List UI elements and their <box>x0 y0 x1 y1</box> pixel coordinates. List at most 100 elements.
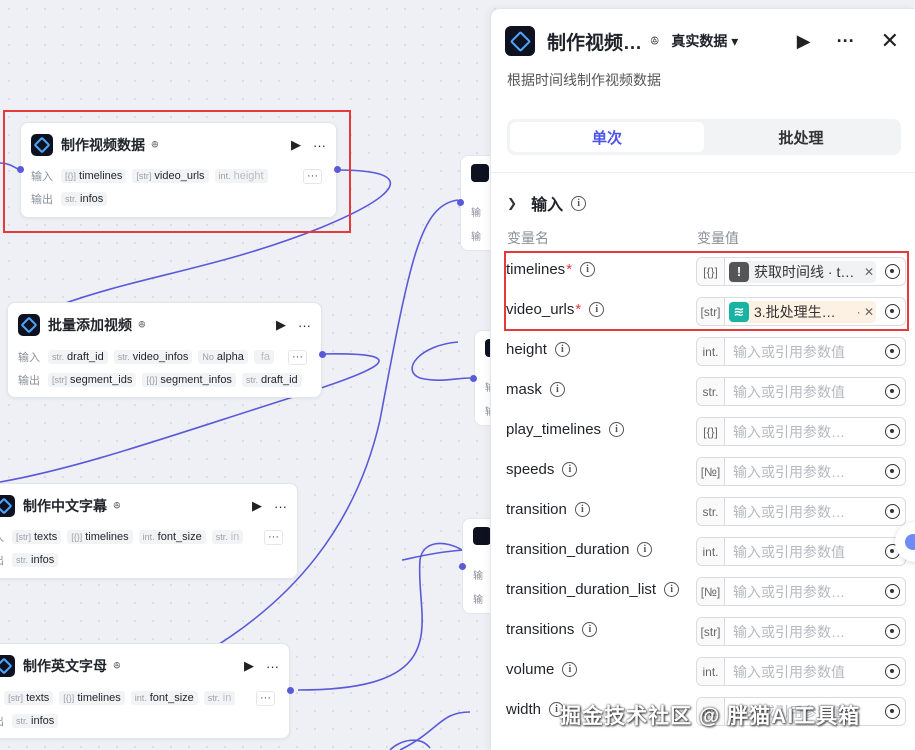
param-value-input[interactable]: [{}]! 获取时间线 · t… ✕ <box>696 257 906 286</box>
info-icon[interactable]: i <box>637 542 653 557</box>
more-inputs-button[interactable]: ··· <box>256 691 275 706</box>
chevron-down-icon[interactable]: ❯ <box>507 196 517 210</box>
input-port[interactable] <box>457 199 464 206</box>
input-placeholder[interactable]: 输入或引用参数… <box>733 462 879 482</box>
param-value-input[interactable]: [str] 输入或引用参数… <box>696 617 906 646</box>
node-make-video-data[interactable]: 制作视频数据 ꔮ ▶ ··· 输入 [{}] timelines [str] vide… <box>20 122 337 218</box>
param-name: height i <box>506 341 570 358</box>
input-placeholder[interactable]: 输入或引用参数值 <box>733 382 879 402</box>
type-badge[interactable]: int. <box>697 338 725 365</box>
info-icon[interactable]: i <box>580 262 596 277</box>
info-icon[interactable]: i <box>582 622 598 637</box>
assistant-icon <box>905 534 915 550</box>
variable-reference-tag[interactable]: ≋ 3.批处理生… · ✕ <box>729 300 876 323</box>
info-icon[interactable]: i <box>554 342 570 357</box>
type-badge[interactable]: str. <box>697 498 725 525</box>
run-icon[interactable]: ▶ <box>276 317 286 333</box>
more-icon[interactable]: ··· <box>313 138 326 153</box>
output-port[interactable] <box>319 351 326 358</box>
watermark: 掘金技术社区 @ 胖猫AI工具箱 <box>560 705 861 728</box>
param-value-input[interactable]: int. 输入或引用参数值 <box>696 657 906 686</box>
data-mode-dropdown[interactable]: 真实数据 ▾ <box>671 31 738 51</box>
reference-variable-icon[interactable] <box>879 258 905 285</box>
variable-reference-tag[interactable]: ! 获取时间线 · t… ✕ <box>729 260 876 283</box>
run-icon[interactable]: ▶ <box>291 137 301 153</box>
reference-variable-icon[interactable] <box>879 698 905 725</box>
run-icon[interactable]: ▶ <box>797 31 811 52</box>
param-value-input[interactable]: [№] 输入或引用参数… <box>696 457 906 486</box>
param-row-height: height i int. 输入或引用参数值 <box>491 331 915 371</box>
input-section-header[interactable]: ❯ 输入 i <box>507 191 587 215</box>
tab-batch[interactable]: 批处理 <box>704 122 898 152</box>
output-port[interactable] <box>287 687 294 694</box>
param-name: mask i <box>506 381 565 398</box>
param-value-input[interactable]: [str] ≋ 3.批处理生… · ✕ <box>696 297 906 326</box>
type-badge[interactable]: [№] <box>697 458 725 485</box>
info-icon[interactable]: i <box>562 662 578 677</box>
info-icon[interactable]: i <box>609 422 625 437</box>
type-badge[interactable]: [{}] <box>697 258 725 285</box>
info-icon[interactable]: i <box>574 502 590 517</box>
param-row-transition-duration: transition_duration i int. 输入或引用参数值 <box>491 531 915 571</box>
input-port[interactable] <box>459 563 466 570</box>
reference-variable-icon[interactable] <box>879 498 905 525</box>
param-value-input[interactable]: str. 输入或引用参数… <box>696 497 906 526</box>
type-badge[interactable]: [str] <box>697 298 725 325</box>
info-icon[interactable]: i <box>562 462 578 477</box>
close-icon[interactable]: ✕ <box>881 28 899 54</box>
input-placeholder[interactable]: 输入或引用参数… <box>733 422 879 442</box>
node-en-subtitle[interactable]: 制作英文字母 ꔮ ▶ ··· \ [str]texts [{}]timelines… <box>0 643 290 739</box>
plugin-logo-icon <box>31 134 53 156</box>
input-placeholder[interactable]: 输入或引用参数值 <box>733 662 879 682</box>
input-placeholder[interactable]: 输入或引用参数值 <box>733 342 879 362</box>
more-icon[interactable]: ··· <box>266 659 279 674</box>
type-badge[interactable]: [№] <box>697 578 725 605</box>
info-icon[interactable]: i <box>549 382 565 397</box>
batch-node-icon: ≋ <box>729 301 749 322</box>
reference-variable-icon[interactable] <box>879 458 905 485</box>
type-badge[interactable]: [{}] <box>697 418 725 445</box>
more-icon[interactable]: ··· <box>837 31 855 52</box>
type-badge[interactable]: str. <box>697 378 725 405</box>
plugin-icon: ꔮ <box>650 33 660 48</box>
more-inputs-button[interactable]: ··· <box>288 350 307 365</box>
remove-reference-icon[interactable]: ✕ <box>860 265 874 279</box>
node-batch-add-video[interactable]: 批量添加视频 ꔮ ▶ ··· 输入 str. draft_id str. video_… <box>7 302 322 398</box>
param-value-input[interactable]: int. 输入或引用参数值 <box>696 337 906 366</box>
run-icon[interactable]: ▶ <box>252 498 262 514</box>
run-icon[interactable]: ▶ <box>244 658 254 674</box>
reference-variable-icon[interactable] <box>879 578 905 605</box>
reference-variable-icon[interactable] <box>879 298 905 325</box>
input-placeholder[interactable]: 输入或引用参数… <box>733 582 879 602</box>
reference-variable-icon[interactable] <box>879 618 905 645</box>
input-placeholder[interactable]: 输入或引用参数值 <box>733 542 879 562</box>
more-inputs-button[interactable]: ··· <box>264 530 283 545</box>
type-badge[interactable]: [str] <box>697 618 725 645</box>
reference-variable-icon[interactable] <box>879 378 905 405</box>
remove-reference-icon[interactable]: · ✕ <box>853 305 874 319</box>
input-port[interactable] <box>470 375 477 382</box>
param-value-input[interactable]: [№] 输入或引用参数… <box>696 577 906 606</box>
info-icon[interactable]: i <box>664 582 680 597</box>
tab-single[interactable]: 单次 <box>510 122 704 152</box>
info-icon[interactable]: i <box>571 195 587 211</box>
info-icon[interactable]: i <box>589 302 605 317</box>
more-inputs-button[interactable]: ··· <box>303 169 322 184</box>
plugin-logo-icon <box>505 26 535 56</box>
reference-variable-icon[interactable] <box>879 338 905 365</box>
type-badge[interactable]: int. <box>697 538 725 565</box>
input-placeholder[interactable]: 输入或引用参数… <box>733 502 879 522</box>
reference-variable-icon[interactable] <box>879 418 905 445</box>
output-port[interactable] <box>334 166 341 173</box>
more-icon[interactable]: ··· <box>274 499 287 514</box>
param-value-input[interactable]: str. 输入或引用参数值 <box>696 377 906 406</box>
more-icon[interactable]: ··· <box>298 318 311 333</box>
reference-variable-icon[interactable] <box>879 658 905 685</box>
type-badge[interactable]: int. <box>697 658 725 685</box>
input-placeholder[interactable]: 输入或引用参数… <box>733 622 879 642</box>
param-value-input[interactable]: int. 输入或引用参数值 <box>696 537 906 566</box>
node-cn-subtitle[interactable]: 制作中文字幕 ꔮ ▶ ··· 入 [str]texts [{}]timelines… <box>0 483 298 579</box>
node-title: 制作视频数据 <box>61 137 145 153</box>
input-port[interactable] <box>17 166 24 173</box>
param-value-input[interactable]: [{}] 输入或引用参数… <box>696 417 906 446</box>
